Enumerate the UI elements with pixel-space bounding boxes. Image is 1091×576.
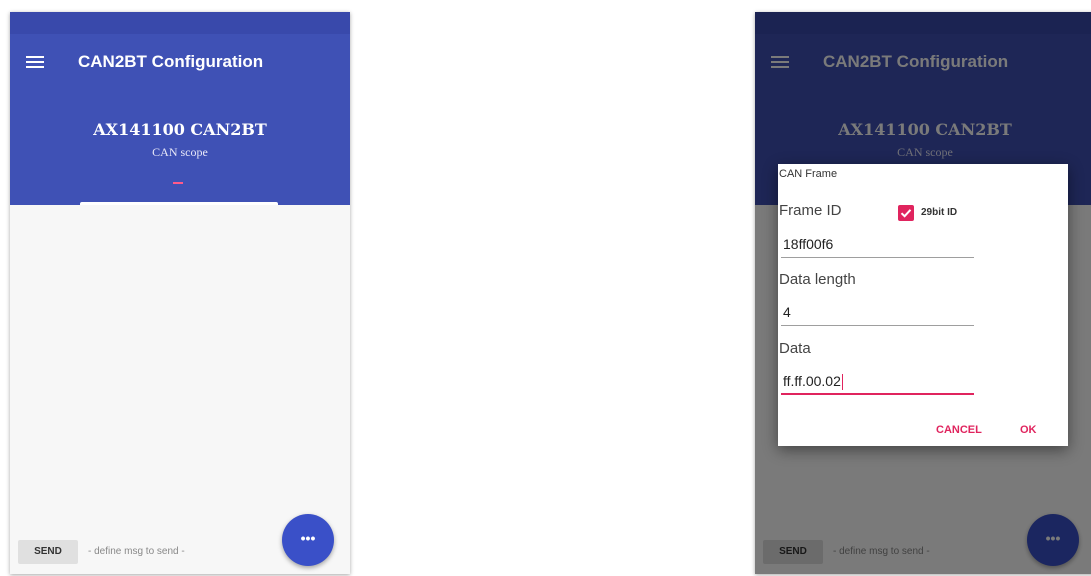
- data-length-field[interactable]: 4: [781, 302, 974, 326]
- status-bar: [10, 12, 350, 34]
- 29bit-id-checkbox[interactable]: [898, 205, 914, 221]
- data-length-label: Data length: [779, 271, 856, 288]
- ok-button[interactable]: OK: [1020, 424, 1037, 436]
- phone-screen-dialog: CAN2BT Configuration AX141100 CAN2BT CAN…: [755, 12, 1091, 574]
- data-field[interactable]: ff.ff.00.02: [781, 371, 974, 395]
- send-button[interactable]: SEND: [18, 540, 78, 564]
- cancel-button[interactable]: CANCEL: [936, 424, 982, 436]
- more-horiz-icon[interactable]: •••: [282, 514, 334, 566]
- dialog-title: CAN Frame: [779, 168, 838, 180]
- data-field-value: ff.ff.00.02: [783, 373, 841, 389]
- device-name: AX141100 CAN2BT: [93, 120, 267, 139]
- data-label: Data: [779, 340, 811, 357]
- can-frame-dialog: CAN Frame Frame ID 29bit ID 18ff00f6 Dat…: [778, 164, 1068, 446]
- hamburger-menu-icon[interactable]: [26, 56, 44, 70]
- device-subtitle: CAN scope: [152, 145, 208, 159]
- send-hint-text: - define msg to send -: [88, 546, 185, 557]
- frame-id-label: Frame ID: [779, 202, 842, 219]
- tab-indicator: [173, 182, 183, 184]
- app-title: CAN2BT Configuration: [78, 52, 264, 71]
- frame-id-field[interactable]: 18ff00f6: [781, 234, 974, 258]
- 29bit-id-label: 29bit ID: [921, 207, 958, 218]
- phone-screen-main: CAN2BT Configuration AX141100 CAN2BT CAN…: [10, 12, 350, 574]
- text-caret: [841, 374, 843, 391]
- app-header: [10, 12, 350, 205]
- check-icon: [900, 209, 912, 218]
